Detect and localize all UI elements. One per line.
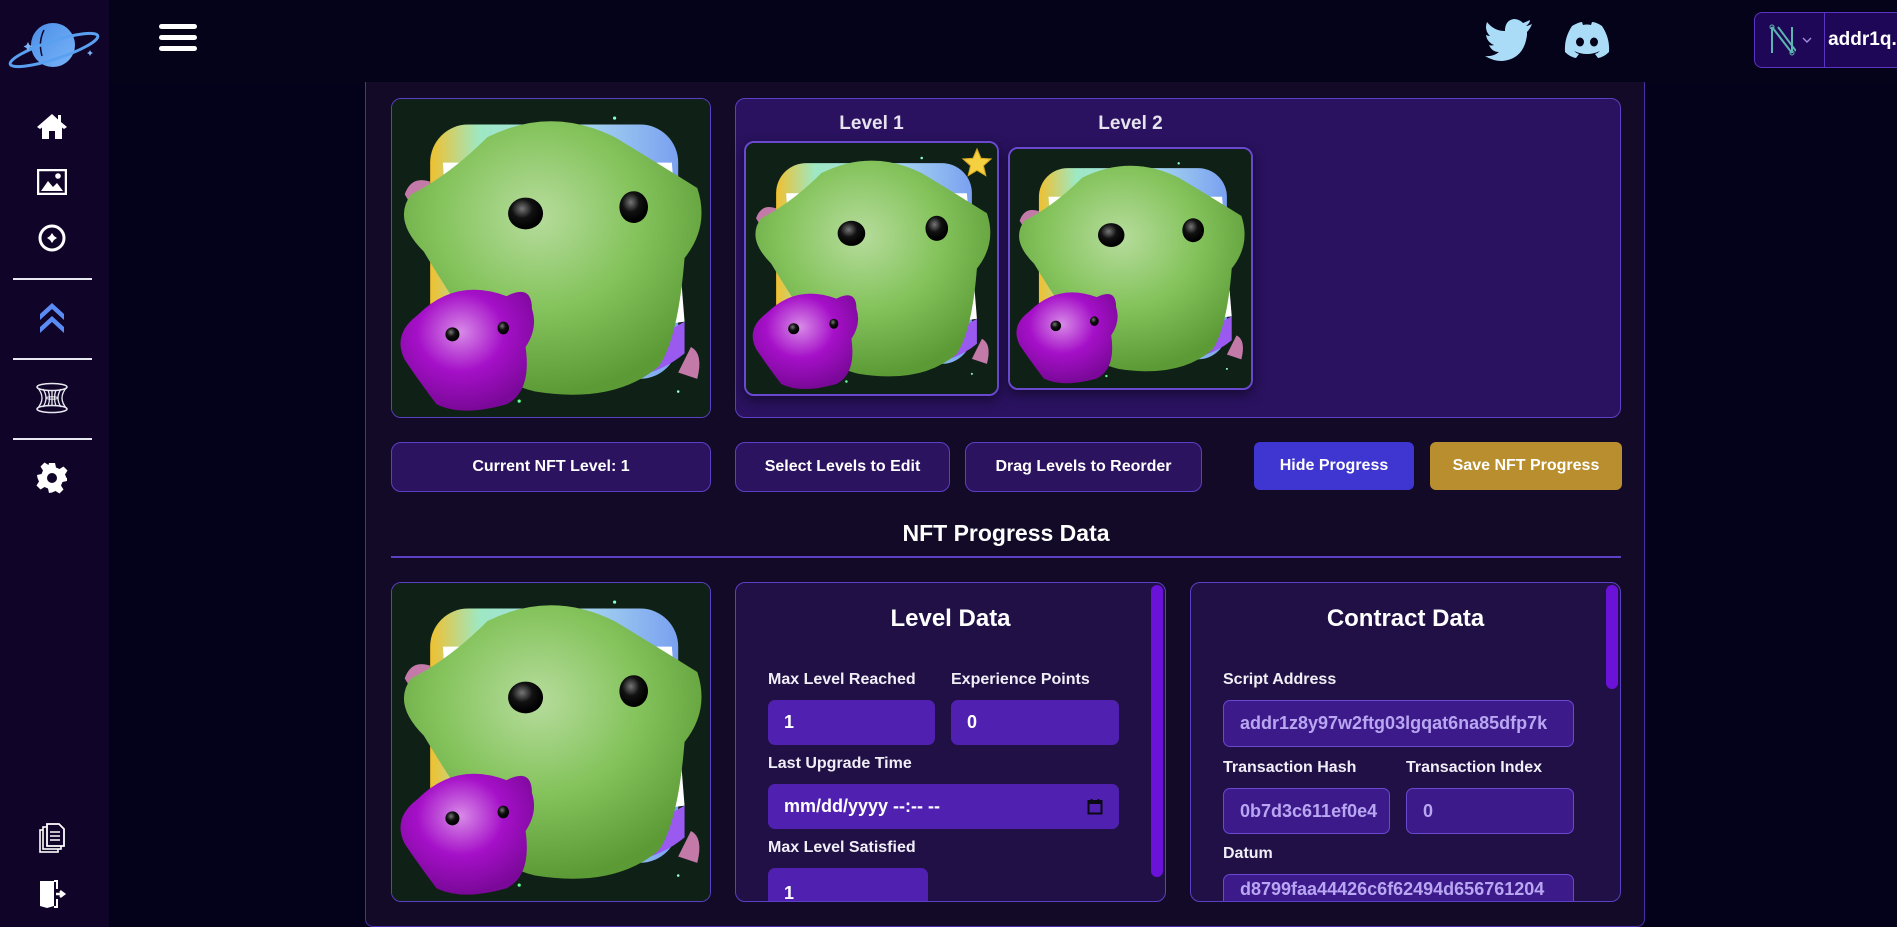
twitter-icon (1485, 19, 1532, 61)
sidebar-item-level-up[interactable] (34, 300, 70, 336)
level-label: Level 2 (1098, 113, 1163, 134)
datum-input[interactable]: d8799faa44426c6f62494d656761204 (1223, 874, 1574, 901)
max-level-reached-label: Max Level Reached (768, 671, 916, 688)
topbar: addr1q...whpg (109, 0, 1897, 82)
gear-icon (36, 462, 68, 494)
sidebar-item-docs[interactable] (34, 820, 70, 856)
script-address-label: Script Address (1223, 671, 1337, 688)
star-icon (961, 147, 993, 177)
level-label: Level 1 (839, 113, 904, 134)
image-icon (37, 169, 67, 195)
documents-icon (39, 823, 65, 853)
section-divider (391, 556, 1621, 558)
level-data-scrollbar[interactable] (1151, 585, 1163, 877)
sidebar-item-logout[interactable] (34, 876, 70, 912)
nft-progress-panel: Level 1 Level 2 Current NFT Level: 1 Sel… (365, 82, 1645, 927)
max-level-satisfied-label: Max Level Satisfied (768, 839, 916, 856)
max-level-satisfied-input[interactable]: 1 (768, 868, 928, 901)
level-2-thumbnail[interactable] (1008, 147, 1253, 390)
circle-dot-icon (38, 224, 66, 252)
level-data-card: Level Data Max Level Reached 1 Experienc… (735, 582, 1166, 902)
twitter-link[interactable] (1484, 18, 1534, 62)
datetime-placeholder: mm/dd/yyyy --:-- -- (784, 796, 941, 816)
sidebar (0, 0, 109, 927)
sidebar-item-wormhole[interactable] (34, 380, 70, 416)
nami-wallet-icon (1769, 24, 1796, 56)
transaction-index-input[interactable]: 0 (1406, 788, 1574, 834)
sidebar-divider (13, 438, 92, 440)
last-upgrade-time-input[interactable]: mm/dd/yyyy --:-- -- (768, 784, 1119, 829)
nft-progress-image (391, 582, 711, 902)
hamburger-icon (159, 24, 197, 29)
sidebar-divider (13, 358, 92, 360)
wallet-address: addr1q...whpg (1828, 29, 1897, 50)
wormhole-icon (36, 382, 68, 414)
datum-label: Datum (1223, 845, 1273, 862)
save-progress-button[interactable]: Save NFT Progress (1430, 442, 1622, 490)
sidebar-item-mint[interactable] (34, 220, 70, 256)
sidebar-item-home[interactable] (34, 108, 70, 144)
transaction-index-label: Transaction Index (1406, 759, 1543, 776)
double-chevron-up-icon (40, 303, 64, 333)
discord-icon (1564, 22, 1610, 58)
section-title: NFT Progress Data (902, 520, 1110, 546)
last-upgrade-time-label: Last Upgrade Time (768, 755, 912, 772)
hide-progress-button[interactable]: Hide Progress (1254, 442, 1414, 490)
contract-data-title: Contract Data (1326, 605, 1485, 632)
experience-points-input[interactable]: 0 (951, 700, 1119, 745)
level-data-title: Level Data (890, 605, 1011, 632)
sidebar-item-settings[interactable] (34, 460, 70, 496)
calendar-icon[interactable] (1087, 798, 1103, 815)
contract-data-scrollbar[interactable] (1606, 585, 1618, 689)
home-icon (37, 114, 67, 139)
transaction-hash-label: Transaction Hash (1223, 759, 1357, 776)
levels-container: Level 1 Level 2 (735, 98, 1621, 418)
sidebar-divider (13, 278, 92, 280)
sidebar-item-gallery[interactable] (34, 164, 70, 200)
level-item[interactable]: Level 2 (1008, 113, 1253, 135)
experience-points-label: Experience Points (951, 671, 1090, 688)
wallet-selector[interactable] (1755, 13, 1825, 67)
discord-link[interactable] (1562, 18, 1612, 62)
transaction-hash-input[interactable]: 0b7d3c611ef0e4 (1223, 788, 1390, 834)
planet-logo-icon[interactable] (8, 18, 100, 74)
level-1-thumbnail[interactable] (744, 141, 999, 396)
wallet-connect-button[interactable]: addr1q...whpg (1754, 12, 1897, 68)
script-address-input[interactable]: addr1z8y97w2ftg03lgqat6na85dfp7k (1223, 700, 1574, 747)
contract-data-card: Contract Data Script Address addr1z8y97w… (1190, 582, 1621, 902)
select-levels-button[interactable]: Select Levels to Edit (735, 442, 950, 492)
chevron-down-icon (1802, 37, 1811, 43)
nft-preview-image (391, 98, 711, 418)
drag-levels-button[interactable]: Drag Levels to Reorder (965, 442, 1202, 492)
max-level-reached-input[interactable]: 1 (768, 700, 935, 745)
current-level-badge: Current NFT Level: 1 (391, 442, 711, 492)
level-item[interactable]: Level 1 (744, 113, 999, 135)
logout-icon (40, 880, 67, 908)
menu-toggle-button[interactable] (159, 24, 197, 54)
